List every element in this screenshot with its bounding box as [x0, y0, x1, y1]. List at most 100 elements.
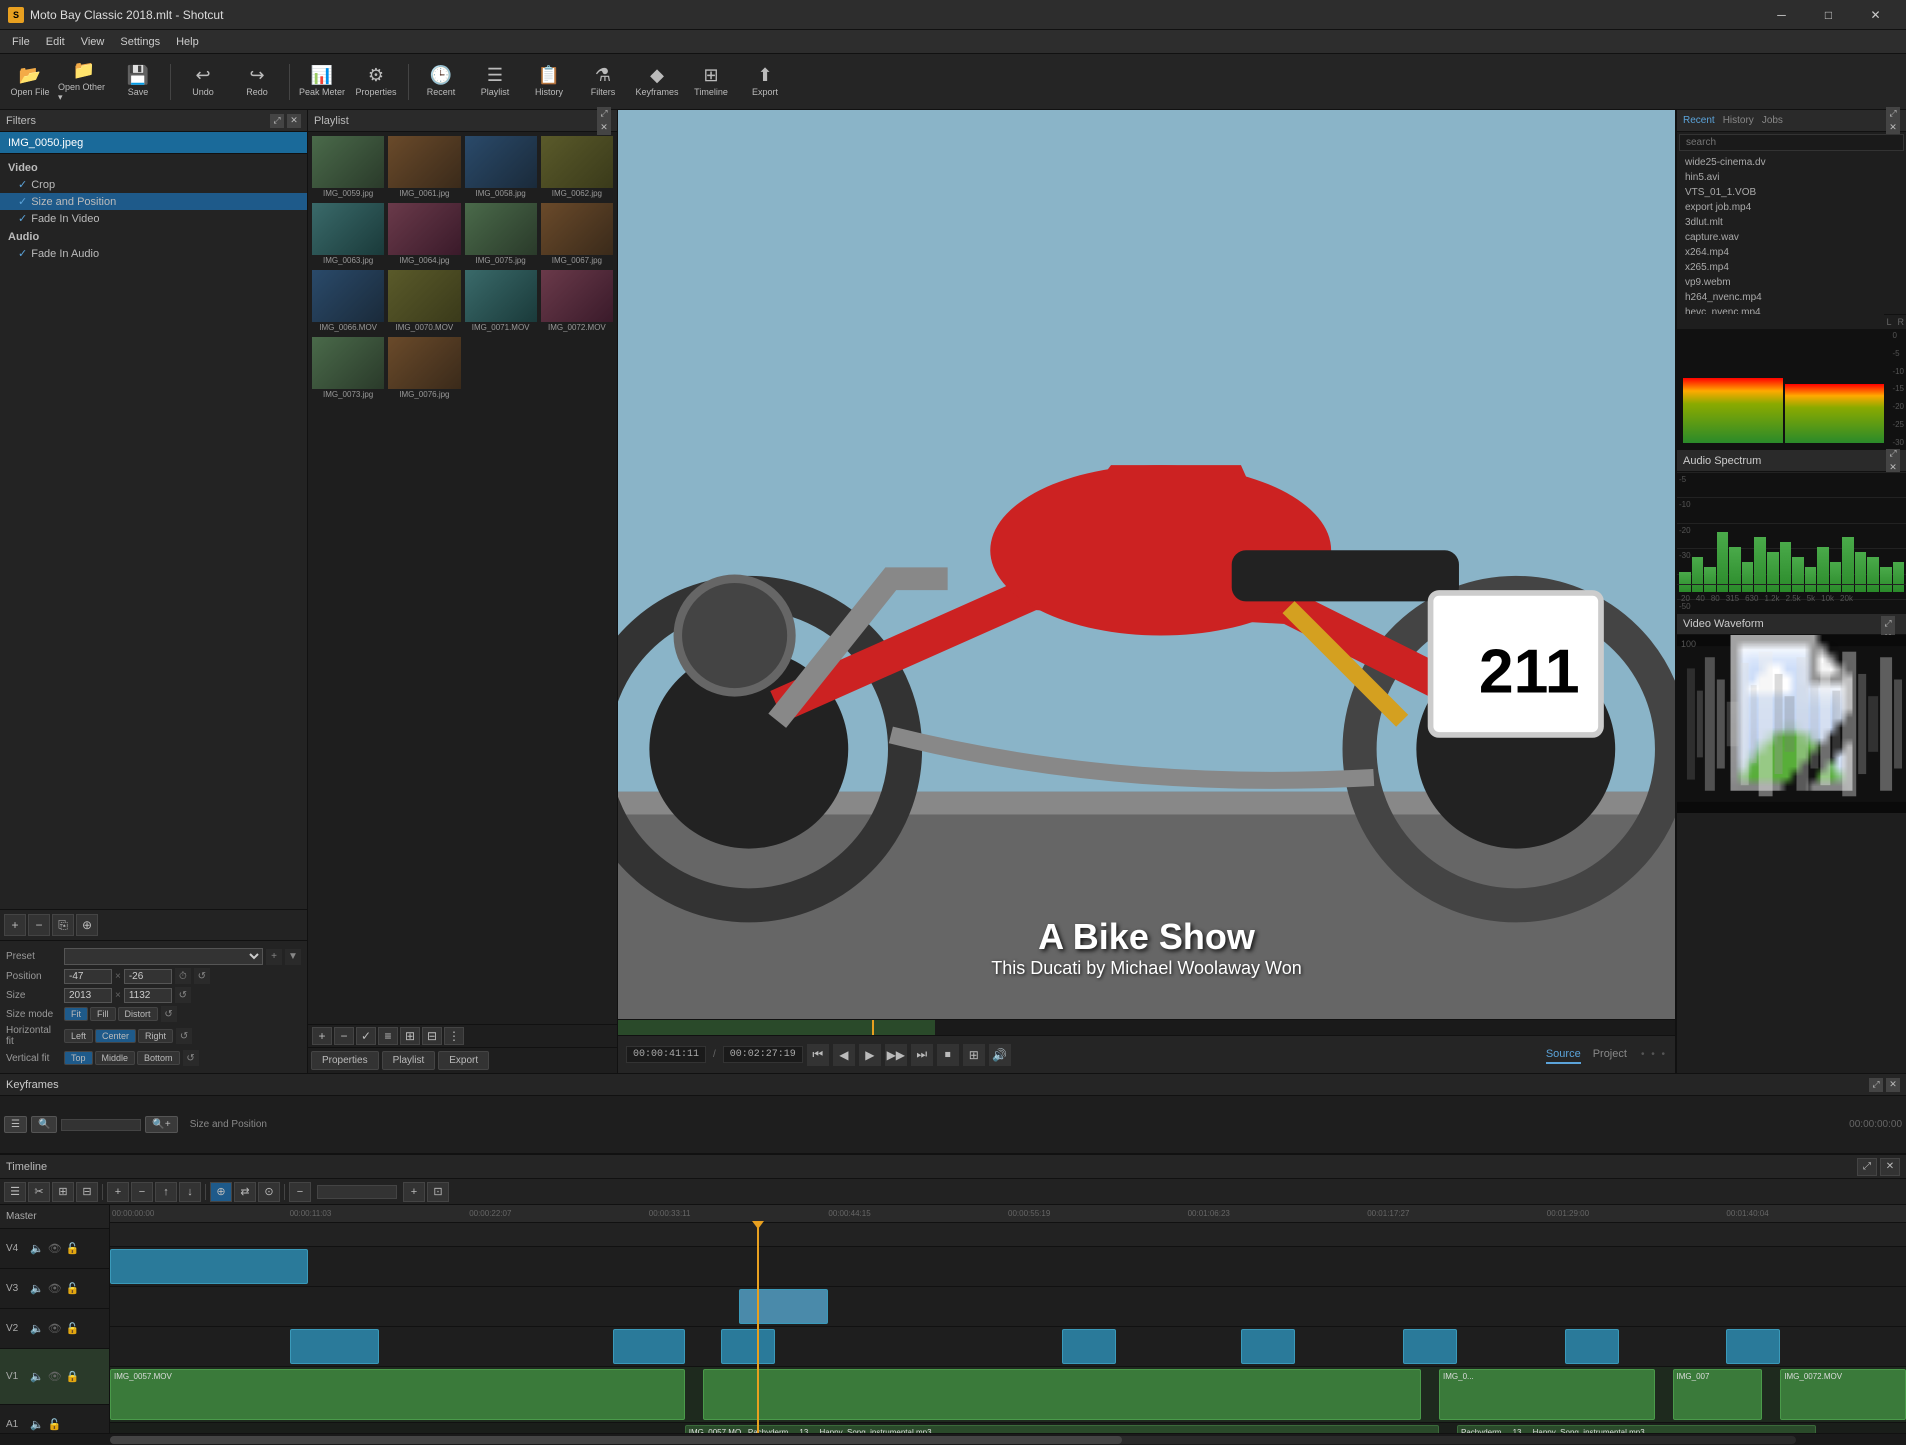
right-tab-history[interactable]: History [1723, 115, 1754, 126]
properties-button[interactable]: ⚙ Properties [350, 57, 402, 107]
v2-lock-icon[interactable]: 🔓 [66, 1322, 80, 1335]
v2-clip-7[interactable] [1565, 1329, 1619, 1364]
playlist-item-7[interactable]: IMG_0067.jpg [540, 202, 614, 267]
keyframes-close[interactable]: ✕ [1886, 1078, 1900, 1092]
playlist-button[interactable]: ☰ Playlist [469, 57, 521, 107]
open-file-button[interactable]: 📂 Open File [4, 57, 56, 107]
tl-overwrite-button[interactable]: − [131, 1182, 153, 1202]
v4-clip-1[interactable] [110, 1249, 308, 1284]
a1-clip-1[interactable]: IMG_0057.MO...Pachyderm_...13_...Happy_S… [685, 1425, 1439, 1433]
recent-item-9[interactable]: h264_nvenc.mp4 [1677, 290, 1906, 305]
h-fit-center[interactable]: Center [95, 1029, 136, 1043]
playlist-properties-button[interactable]: Properties [311, 1051, 379, 1070]
preset-menu-button[interactable]: ▼ [285, 949, 301, 965]
v2-clip-1[interactable] [290, 1329, 380, 1364]
playlist-playlist-button[interactable]: Playlist [382, 1051, 436, 1070]
recent-item-8[interactable]: vp9.webm [1677, 275, 1906, 290]
scrollbar-thumb[interactable] [110, 1436, 1122, 1444]
right-top-close[interactable]: ✕ [1886, 121, 1900, 135]
tl-snap-button[interactable]: ⊕ [210, 1182, 232, 1202]
menu-edit[interactable]: Edit [38, 33, 73, 51]
filter-copy-button[interactable]: ⎘ [52, 914, 74, 936]
filter-size-position[interactable]: ✓ Size and Position [0, 193, 307, 210]
playlist-check-button[interactable]: ✓ [356, 1027, 376, 1045]
recent-item-6[interactable]: x264.mp4 [1677, 245, 1906, 260]
play-button[interactable]: ▶ [859, 1044, 881, 1066]
waveform-float[interactable]: ⤢ [1881, 616, 1895, 630]
playlist-item-0[interactable]: IMG_0059.jpg [311, 135, 385, 200]
tl-float-button[interactable]: ⤢ [1857, 1158, 1877, 1176]
playlist-item-8[interactable]: IMG_0066.MOV [311, 269, 385, 334]
history-button[interactable]: 📋 History [523, 57, 575, 107]
preset-select[interactable] [64, 948, 263, 965]
filter-add-button[interactable]: + [4, 914, 26, 936]
tl-insert-button[interactable]: + [107, 1182, 129, 1202]
right-tab-recent[interactable]: Recent [1683, 115, 1715, 126]
step-back-button[interactable]: ◀ [833, 1044, 855, 1066]
skip-to-end-button[interactable]: ⏭ [911, 1044, 933, 1066]
peak-meter-button[interactable]: 📊 Peak Meter [296, 57, 348, 107]
v4-audio-icon[interactable]: 🔈 [30, 1242, 44, 1255]
playlist-item-12[interactable]: IMG_0073.jpg [311, 336, 385, 401]
v1-clip-img07[interactable]: IMG_007 [1673, 1369, 1763, 1420]
redo-button[interactable]: ↪ Redo [231, 57, 283, 107]
v1-lock-icon[interactable]: 🔒 [66, 1370, 80, 1383]
playlist-item-11[interactable]: IMG_0072.MOV [540, 269, 614, 334]
tab-project[interactable]: Project [1593, 1046, 1627, 1064]
filters-button[interactable]: ⚗ Filters [577, 57, 629, 107]
tl-ripple-button[interactable]: ⇄ [234, 1182, 256, 1202]
close-button[interactable]: ✕ [1853, 1, 1898, 29]
recent-item-10[interactable]: hevc_nvenc.mp4 [1677, 305, 1906, 314]
filter-fade-audio[interactable]: ✓ Fade In Audio [0, 245, 307, 262]
export-button[interactable]: ⬆ Export [739, 57, 791, 107]
v2-clip-8[interactable] [1726, 1329, 1780, 1364]
tl-menu-button[interactable]: ☰ [4, 1182, 26, 1202]
v-fit-bottom[interactable]: Bottom [137, 1051, 180, 1065]
tl-group-button[interactable]: ⊞ [52, 1182, 74, 1202]
tl-append-button[interactable]: ↓ [179, 1182, 201, 1202]
size-mode-reset[interactable]: ↺ [161, 1006, 177, 1022]
menu-file[interactable]: File [4, 33, 38, 51]
volume-button[interactable]: 🔊 [989, 1044, 1011, 1066]
filter-remove-button[interactable]: − [28, 914, 50, 936]
tl-zoom-fit-button[interactable]: ⊡ [427, 1182, 449, 1202]
playlist-list-view-button[interactable]: ≡ [378, 1027, 398, 1045]
recent-item-4[interactable]: 3dlut.mlt [1677, 215, 1906, 230]
filters-float-button[interactable]: ⤢ [270, 114, 284, 128]
menu-settings[interactable]: Settings [112, 33, 168, 51]
save-button[interactable]: 💾 Save [112, 57, 164, 107]
v2-audio-icon[interactable]: 🔈 [30, 1322, 44, 1335]
size-h-input[interactable] [124, 988, 172, 1003]
v2-clip-2[interactable] [613, 1329, 685, 1364]
v3-lock-icon[interactable]: 🔓 [66, 1282, 80, 1295]
a1-lock-icon[interactable]: 🔓 [48, 1418, 62, 1431]
v2-clip-5[interactable] [1241, 1329, 1295, 1364]
undo-button[interactable]: ↩ Undo [177, 57, 229, 107]
step-forward-button[interactable]: ▶▶ [885, 1044, 907, 1066]
recent-item-7[interactable]: x265.mp4 [1677, 260, 1906, 275]
size-mode-distort[interactable]: Distort [118, 1007, 158, 1021]
v2-clip-4[interactable] [1062, 1329, 1116, 1364]
playlist-remove-button[interactable]: − [334, 1027, 354, 1045]
v-fit-top[interactable]: Top [64, 1051, 93, 1065]
playlist-item-5[interactable]: IMG_0064.jpg [387, 202, 461, 267]
filter-crop[interactable]: ✓ Crop [0, 176, 307, 193]
tl-zoom-in-button[interactable]: + [403, 1182, 425, 1202]
position-x-input[interactable] [64, 969, 112, 984]
playlist-item-6[interactable]: IMG_0075.jpg [464, 202, 538, 267]
toggle-zoom-button[interactable]: ⊞ [963, 1044, 985, 1066]
position-y-input[interactable] [124, 969, 172, 984]
playlist-item-13[interactable]: IMG_0076.jpg [387, 336, 461, 401]
recent-item-2[interactable]: VTS_01_1.VOB [1677, 185, 1906, 200]
menu-help[interactable]: Help [168, 33, 207, 51]
kf-menu-button[interactable]: ☰ [4, 1116, 27, 1133]
playlist-item-4[interactable]: IMG_0063.jpg [311, 202, 385, 267]
preview-timebar[interactable] [618, 1019, 1675, 1035]
playlist-more-button[interactable]: ⋮ [444, 1027, 464, 1045]
v-fit-reset[interactable]: ↺ [183, 1050, 199, 1066]
h-fit-reset[interactable]: ↺ [176, 1028, 192, 1044]
playlist-item-2[interactable]: IMG_0058.jpg [464, 135, 538, 200]
playlist-export-button[interactable]: Export [438, 1051, 489, 1070]
h-fit-right[interactable]: Right [138, 1029, 173, 1043]
a1-clip-2[interactable]: Pachyderm_...13_...Happy_Song_instrument… [1457, 1425, 1816, 1433]
